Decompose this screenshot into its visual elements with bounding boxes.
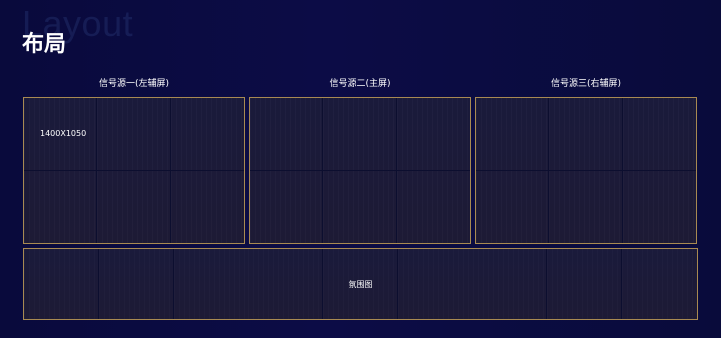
source-label-left: 信号源一(左辅屏)	[98, 79, 170, 89]
screen-tile	[476, 98, 550, 171]
screen-grid-main	[250, 98, 470, 243]
screen-tile	[97, 98, 171, 171]
screen-tile	[170, 170, 244, 243]
ambience-panel: 氛围图	[23, 248, 698, 320]
resolution-label: 1400X1050	[40, 129, 87, 138]
screen-tile	[549, 170, 623, 243]
screen-tile	[97, 170, 171, 243]
screen-grid-left	[24, 98, 244, 243]
screen-tile	[170, 98, 244, 171]
screen-tile	[622, 170, 696, 243]
screen-tile	[250, 170, 324, 243]
source-panel-left: 1400X1050	[23, 97, 245, 244]
screen-tile	[323, 98, 397, 171]
source-label-main: 信号源二(主屏)	[329, 79, 391, 89]
screen-grid-right	[476, 98, 696, 243]
screen-tile	[476, 170, 550, 243]
source-panel-right	[475, 97, 697, 244]
page-title: 布局	[22, 32, 67, 57]
screen-tile	[396, 98, 470, 171]
screen-tile	[24, 170, 98, 243]
screen-tile	[396, 170, 470, 243]
screen-tile	[323, 170, 397, 243]
ambience-label: 氛围图	[348, 280, 373, 289]
screen-tile	[250, 98, 324, 171]
screen-tile	[622, 98, 696, 171]
screen-tile	[549, 98, 623, 171]
source-panel-main	[249, 97, 471, 244]
source-label-right: 信号源三(右辅屏)	[550, 79, 622, 89]
